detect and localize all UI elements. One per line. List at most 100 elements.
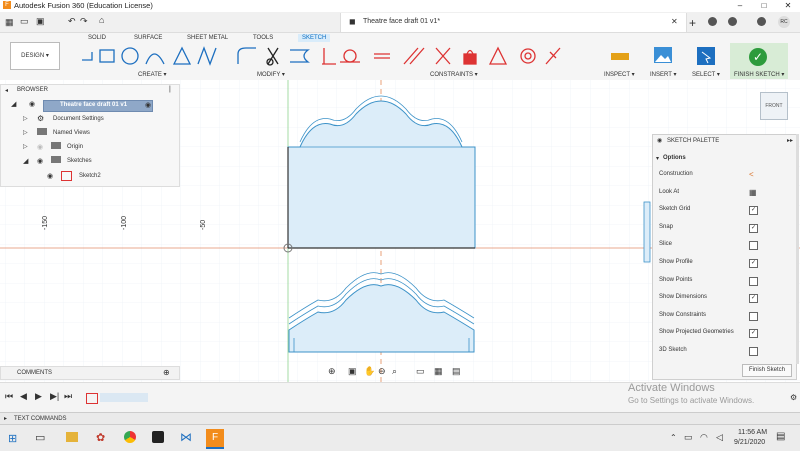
user-avatar[interactable]: RC [778, 16, 790, 28]
expand-arrow-icon[interactable]: ▷ [23, 143, 28, 150]
option-checkbox[interactable] [749, 311, 758, 321]
maximize-button[interactable]: □ [752, 0, 776, 12]
notifications-icon[interactable] [728, 17, 737, 26]
root-component-row[interactable]: Theatre face draft 01 v1 [43, 100, 153, 112]
wifi-icon[interactable]: ◠ [700, 432, 708, 443]
app-icon[interactable] [152, 431, 164, 443]
zoom-icon[interactable]: ⊖ [378, 366, 386, 377]
windows-start-icon[interactable]: ⊞ [8, 432, 17, 445]
network-icon[interactable]: ▭ [684, 432, 693, 443]
expand-arrow-icon[interactable]: ▷ [23, 115, 28, 122]
tab-solid[interactable]: SOLID [88, 35, 106, 41]
chrome-icon[interactable] [124, 431, 136, 443]
measure-icon[interactable] [610, 46, 630, 66]
file-icon[interactable]: ▭ [20, 16, 29, 27]
palette-expand-icon[interactable]: ▸▸ [787, 137, 793, 144]
activate-radio-icon[interactable]: ◉ [145, 101, 151, 109]
expand-arrow-icon[interactable]: ▷ [23, 129, 28, 136]
task-view-icon[interactable]: ▭ [35, 431, 45, 444]
timeline-start-icon[interactable]: ⏮ [5, 391, 13, 402]
timeline-sketch-feature[interactable] [86, 393, 98, 404]
browser-pin-icon[interactable]: | [169, 86, 171, 93]
timeline-features[interactable] [100, 393, 148, 402]
new-tab-icon[interactable]: + [689, 16, 696, 30]
tab-sheet-metal[interactable]: SHEET METAL [187, 35, 228, 41]
tab-surface[interactable]: SURFACE [134, 35, 162, 41]
option-checkbox[interactable]: ✓ [749, 294, 758, 304]
look-at-icon[interactable]: ▣ [348, 366, 357, 377]
create-group-label[interactable]: CREATE ▾ [138, 71, 167, 78]
timeline-play-icon[interactable]: ▶ [35, 391, 42, 402]
expand-arrow-icon[interactable]: ◢ [11, 100, 25, 109]
option-checkbox[interactable]: ✓ [749, 259, 758, 268]
inspect-group-label[interactable]: INSPECT ▾ [604, 71, 635, 78]
tab-tools[interactable]: TOOLS [253, 35, 273, 41]
comments-add-icon[interactable]: ⊕ [163, 368, 170, 377]
timeline-end-icon[interactable]: ⏭ [64, 391, 72, 402]
timeline-forward-icon[interactable]: ▶| [50, 391, 59, 402]
fit-icon[interactable]: ⌕ [392, 366, 397, 377]
browser-item-document-settings[interactable]: Document Settings [53, 116, 104, 122]
section-toggle-icon[interactable]: ▾ [656, 155, 659, 162]
grid-menu-icon[interactable]: ▦ [5, 17, 14, 28]
palette-scrollbar[interactable] [796, 134, 799, 364]
visibility-eye-icon[interactable]: ◉ [47, 172, 53, 180]
timeline-back-icon[interactable]: ◀ [20, 391, 27, 402]
option-checkbox[interactable] [749, 276, 758, 286]
orbit-icon[interactable]: ⊕ [328, 366, 336, 377]
document-tab[interactable]: ◼ Theatre face draft 01 v1* ✕ [340, 13, 687, 32]
pan-icon[interactable]: ✋ [364, 366, 375, 377]
file-explorer-icon[interactable] [66, 432, 78, 442]
home-icon[interactable]: ⌂ [99, 15, 104, 25]
action-center-icon[interactable]: ▤ [776, 431, 785, 442]
finish-sketch-button[interactable]: ✓ FINISH SKETCH ▾ [730, 43, 788, 79]
visibility-eye-icon[interactable]: ◉ [37, 143, 43, 151]
clock-time[interactable]: 11:56 AM [738, 429, 767, 436]
palette-toggle-icon[interactable]: ◉ [657, 137, 662, 144]
expand-icon[interactable]: ▸ [4, 415, 7, 422]
option-checkbox[interactable]: ✓ [749, 329, 758, 339]
modify-group-label[interactable]: MODIFY ▾ [257, 71, 285, 78]
tab-sketch[interactable]: SKETCH [298, 34, 331, 42]
browser-item-named-views[interactable]: Named Views [53, 130, 90, 136]
viewports-icon[interactable]: ▤ [452, 366, 461, 377]
fusion-taskbar-icon[interactable]: F [206, 429, 224, 449]
display-settings-icon[interactable]: ▭ [416, 366, 425, 377]
tab-close-icon[interactable]: ✕ [671, 17, 678, 26]
grid-settings-icon[interactable]: ▦ [434, 366, 443, 377]
timeline-settings-icon[interactable]: ⚙ [790, 393, 797, 402]
job-status-icon[interactable] [708, 17, 717, 26]
redo-icon[interactable]: ↷ [80, 16, 88, 27]
browser-item-origin[interactable]: Origin [67, 144, 83, 150]
volume-icon[interactable]: ◁ [716, 432, 723, 443]
select-group-label[interactable]: SELECT ▾ [692, 71, 720, 78]
help-icon[interactable] [757, 17, 766, 26]
undo-icon[interactable]: ↶ [68, 16, 76, 27]
save-icon[interactable]: ▣ [36, 16, 45, 27]
insert-group-label[interactable]: INSERT ▾ [650, 71, 676, 78]
browser-item-sketches[interactable]: Sketches [67, 158, 92, 164]
workspace-switcher[interactable]: DESIGN ▾ [10, 42, 60, 70]
minimize-button[interactable]: – [728, 0, 752, 12]
look-at-icon[interactable]: ▦ [749, 188, 757, 197]
vscode-icon[interactable]: ⋈ [180, 430, 192, 444]
browser-item-sketch2[interactable]: Sketch2 [79, 173, 101, 179]
visibility-eye-icon[interactable]: ◉ [29, 100, 35, 108]
expand-arrow-icon[interactable]: ◢ [23, 157, 28, 165]
construction-icon[interactable]: < [749, 170, 754, 179]
finish-sketch-palette-button[interactable]: Finish Sketch [742, 364, 792, 377]
constraints-group-label[interactable]: CONSTRAINTS ▾ [430, 71, 478, 78]
tray-chevron-icon[interactable]: ⌃ [670, 433, 677, 442]
select-icon[interactable] [696, 46, 716, 66]
insert-image-icon[interactable] [653, 46, 673, 66]
close-button[interactable]: ✕ [776, 0, 800, 12]
option-checkbox[interactable] [749, 241, 758, 251]
paint-icon[interactable]: ✿ [96, 431, 105, 444]
visibility-eye-icon[interactable]: ◉ [37, 157, 43, 165]
collapse-icon[interactable]: ◂ [5, 87, 8, 94]
clock-date[interactable]: 9/21/2020 [734, 439, 765, 446]
option-checkbox[interactable]: ✓ [749, 223, 758, 233]
option-checkbox[interactable] [749, 347, 758, 356]
option-checkbox[interactable]: ✓ [749, 206, 758, 216]
viewcube[interactable]: FRONT [760, 92, 788, 120]
